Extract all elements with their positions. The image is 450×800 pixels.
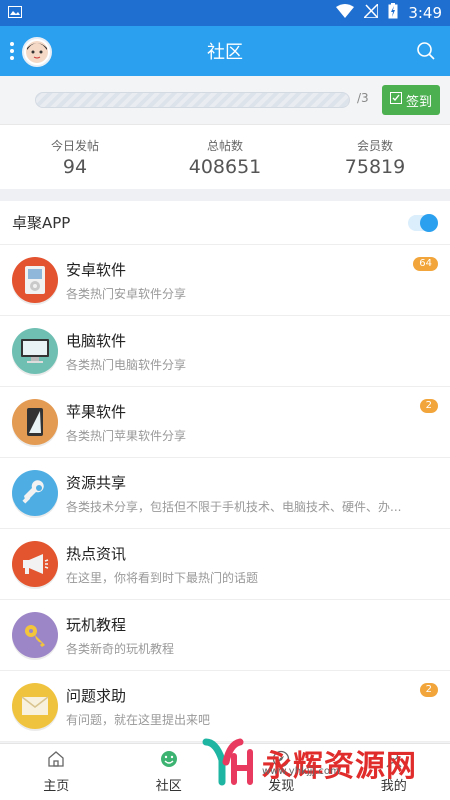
list-item[interactable]: 苹果软件 各类热门苹果软件分享 2: [0, 387, 450, 458]
tab-label: 发现: [268, 779, 295, 794]
forum-desc: 各类热门电脑软件分享: [66, 358, 187, 372]
user-icon: [385, 750, 403, 772]
status-bar: 3:49: [0, 0, 450, 26]
list-item[interactable]: 问题求助 有问题，就在这里提出来吧 2: [0, 671, 450, 742]
no-signal-icon: [362, 2, 380, 22]
section-name: 卓聚APP: [12, 214, 71, 232]
bottom-tab-bar: 主页 社区 发现 我的: [0, 743, 450, 800]
signin-button-label: 签到: [405, 94, 432, 110]
forum-title: 热点资讯: [66, 545, 127, 563]
stat-today-posts: 今日发帖 94: [0, 125, 150, 189]
avatar[interactable]: [22, 37, 52, 67]
stat-value: 75819: [344, 156, 406, 178]
forum-stats: 今日发帖 94 总帖数 408651 会员数 75819: [0, 124, 450, 189]
clock-time: 3:49: [408, 4, 442, 22]
signin-button[interactable]: 签到: [382, 85, 440, 115]
wrench-icon: [12, 470, 58, 516]
stat-label: 总帖数: [206, 139, 243, 153]
battery-icon: [388, 3, 398, 23]
forum-desc: 各类热门苹果软件分享: [66, 429, 187, 443]
unread-badge: 2: [419, 399, 438, 413]
tab-mine[interactable]: 我的: [338, 744, 450, 800]
list-item[interactable]: 安卓软件 各类热门安卓软件分享 64: [0, 245, 450, 316]
forum-desc: 各类热门安卓软件分享: [66, 287, 187, 301]
tab-label: 我的: [380, 779, 407, 794]
forum-desc: 各类技术分享，包括但不限于手机技术、电脑技术、硬件、办...: [66, 500, 402, 514]
stat-label: 今日发帖: [50, 139, 99, 153]
image-icon: [8, 4, 22, 22]
ipod-icon: [12, 257, 58, 303]
megaphone-icon: [12, 541, 58, 587]
signin-progress: [35, 92, 350, 108]
monitor-icon: [12, 328, 58, 374]
list-item[interactable]: 电脑软件 各类热门电脑软件分享: [0, 316, 450, 387]
phone-icon: [12, 399, 58, 445]
tab-label: 主页: [43, 779, 70, 794]
forum-title: 苹果软件: [66, 403, 127, 421]
forum-desc: 在这里，你将看到时下最热门的话题: [66, 571, 259, 585]
key-icon: [12, 612, 58, 658]
stat-value: 94: [62, 156, 88, 178]
search-icon[interactable]: [416, 41, 436, 65]
section-header[interactable]: 卓聚APP: [0, 201, 450, 245]
stat-total-posts: 总帖数 408651: [150, 125, 300, 189]
forum-title: 电脑软件: [66, 332, 127, 350]
unread-badge: 2: [419, 683, 438, 697]
list-item[interactable]: 玩机教程 各类新奇的玩机教程: [0, 600, 450, 671]
signin-bar: /3 签到: [0, 76, 450, 124]
forum-title: 资源共享: [66, 474, 127, 492]
unread-badge: 64: [413, 257, 438, 271]
tab-label: 社区: [155, 779, 182, 794]
tab-home[interactable]: 主页: [0, 744, 113, 800]
stat-value: 408651: [188, 156, 262, 178]
page-title: 社区: [207, 42, 243, 63]
smiley-icon: [160, 750, 178, 772]
tab-discover[interactable]: 发现: [225, 744, 338, 800]
forum-title: 安卓软件: [66, 261, 127, 279]
stat-label: 会员数: [356, 139, 393, 153]
forum-desc: 有问题，就在这里提出来吧: [66, 713, 211, 727]
menu-icon[interactable]: [10, 42, 14, 60]
signin-progress-text: /3: [357, 91, 369, 105]
list-item[interactable]: 热点资讯 在这里，你将看到时下最热门的话题: [0, 529, 450, 600]
app-header: 社区: [0, 26, 450, 76]
divider: [0, 189, 450, 201]
stat-members: 会员数 75819: [300, 125, 450, 189]
home-icon: [47, 750, 65, 772]
forum-title: 玩机教程: [66, 616, 127, 634]
wifi-icon: [336, 4, 355, 22]
compass-icon: [272, 750, 290, 772]
forum-desc: 各类新奇的玩机教程: [66, 642, 175, 656]
envelope-icon: [12, 683, 58, 729]
tab-community[interactable]: 社区: [113, 744, 226, 800]
section-toggle[interactable]: [408, 213, 438, 232]
forum-list: 安卓软件 各类热门安卓软件分享 64 电脑软件 各类热门电脑软件分享 苹果软件 …: [0, 245, 450, 742]
checkbox-icon: [389, 92, 402, 108]
forum-title: 问题求助: [66, 687, 127, 705]
list-item[interactable]: 资源共享 各类技术分享，包括但不限于手机技术、电脑技术、硬件、办...: [0, 458, 450, 529]
